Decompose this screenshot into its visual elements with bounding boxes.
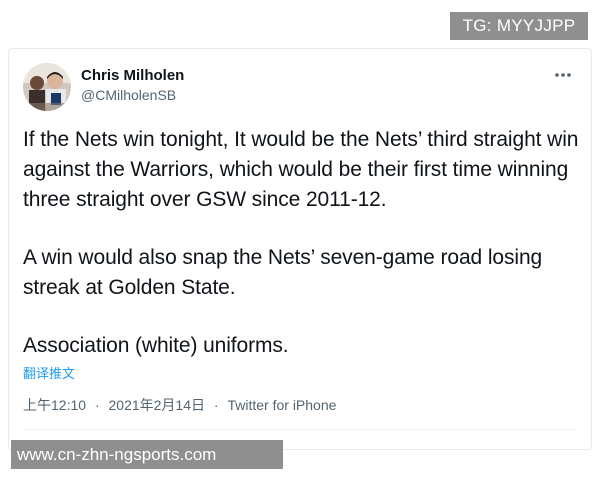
telegram-watermark: TG: MYYJJPP (450, 12, 588, 40)
tweet-paragraph: Association (white) uniforms. (23, 334, 289, 357)
tweet-text: If the Nets win tonight, It would be the… (23, 125, 583, 389)
tweet-time[interactable]: 上午12:10 (23, 397, 86, 413)
avatar-photo (23, 63, 71, 111)
meta-separator: · (213, 397, 219, 413)
tweet-card: Chris Milholen @CMilholenSB If the Nets … (8, 48, 592, 450)
avatar[interactable] (23, 63, 71, 111)
screenshot-page: TG: MYYJJPP Chris Milholen @CMilholenSB (0, 0, 600, 480)
tweet-metadata: 上午12:10 · 2021年2月14日 · Twitter for iPhon… (23, 395, 336, 415)
translate-tweet-link[interactable]: 翻译推文 (23, 363, 75, 382)
site-watermark: www.cn-zhn-ngsports.com (11, 440, 283, 469)
meta-separator: · (94, 397, 100, 413)
tweet-date[interactable]: 2021年2月14日 (109, 397, 206, 413)
tweet-paragraph: If the Nets win tonight, It would be the… (23, 128, 579, 211)
tweet-source[interactable]: Twitter for iPhone (227, 397, 336, 413)
divider (23, 429, 577, 430)
author-name[interactable]: Chris Milholen (81, 67, 184, 84)
ellipsis-icon[interactable] (553, 69, 573, 81)
tweet-paragraph: A win would also snap the Nets’ seven-ga… (23, 246, 543, 299)
author-handle[interactable]: @CMilholenSB (81, 87, 176, 103)
